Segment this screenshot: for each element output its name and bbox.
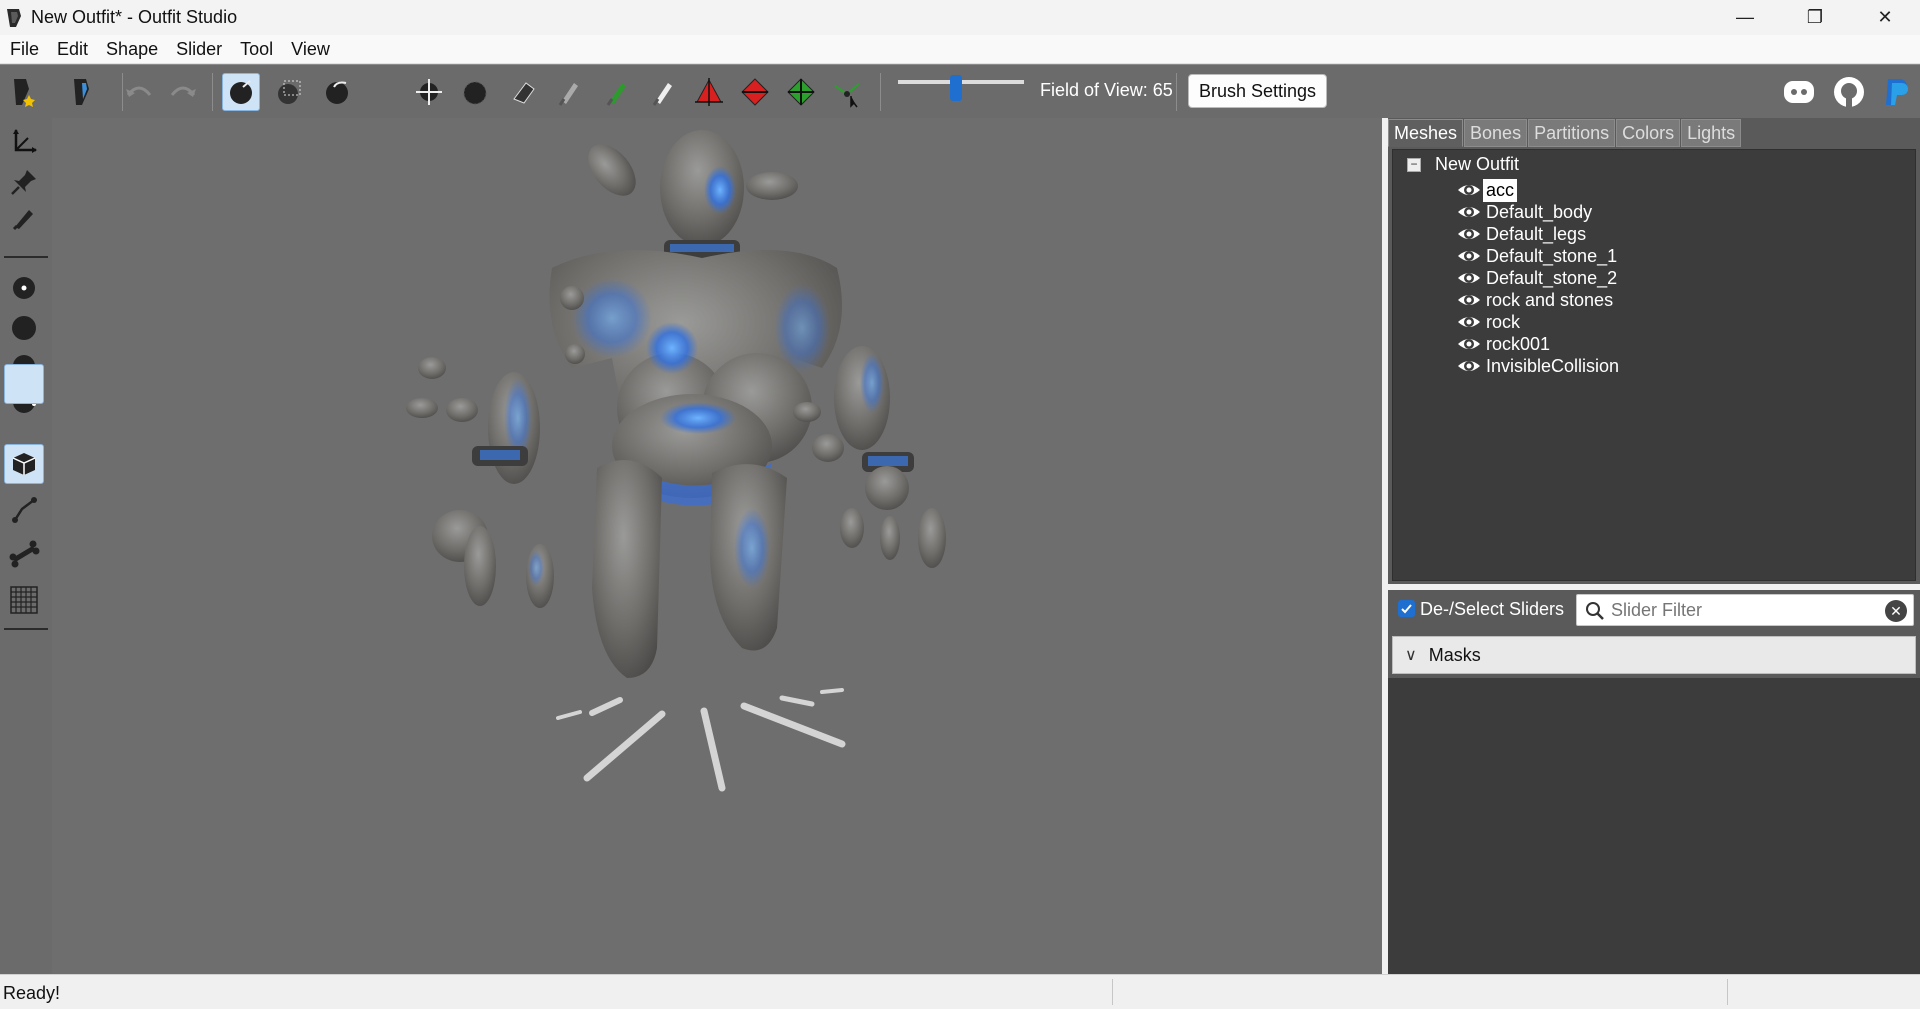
menu-bar: File Edit Shape Slider Tool View	[0, 35, 1920, 64]
window-title: New Outfit* - Outfit Studio	[31, 7, 238, 27]
eye-icon[interactable]	[1457, 291, 1481, 309]
inflate-brush-icon[interactable]	[318, 73, 356, 111]
slider-filter-input[interactable]	[1611, 598, 1869, 622]
load-reference-icon[interactable]	[64, 73, 102, 111]
eye-icon[interactable]	[1457, 357, 1481, 375]
discord-icon[interactable]	[1780, 73, 1818, 111]
smooth-brush-icon[interactable]	[456, 73, 494, 111]
select-tool-icon[interactable]	[4, 122, 44, 162]
slider-filter: ✕	[1576, 594, 1914, 626]
eye-icon[interactable]	[1457, 225, 1481, 243]
tab-bones[interactable]: Bones	[1464, 119, 1528, 147]
menu-file[interactable]: File	[0, 39, 47, 60]
fov-label: Field of View: 65	[1040, 80, 1173, 100]
eye-icon[interactable]	[1457, 269, 1481, 287]
color-brush-icon[interactable]	[598, 73, 636, 111]
status-bar: Ready!	[0, 974, 1920, 1009]
deselect-sliders-label: De-/Select Sliders	[1420, 599, 1565, 619]
split-edge-icon[interactable]	[782, 73, 820, 111]
mask-brush-icon[interactable]	[270, 73, 308, 111]
masks-group[interactable]: ∨ Masks	[1392, 636, 1916, 674]
vertex-select-icon[interactable]	[4, 268, 44, 308]
right-panel: Meshes Bones Partitions Colors Lights − …	[1388, 118, 1920, 974]
mesh-item[interactable]: InvisibleCollision	[1457, 353, 1622, 379]
deselect-sliders-checkbox[interactable]	[1398, 600, 1415, 617]
slider-header: De-/Select Sliders ✕	[1388, 590, 1920, 628]
move-vertex-icon[interactable]	[828, 73, 866, 111]
clear-filter-icon[interactable]: ✕	[1885, 600, 1907, 622]
eye-icon[interactable]	[1457, 247, 1481, 265]
minimize-button[interactable]: —	[1710, 0, 1780, 35]
mesh-tree: − New Outfit acc Default_body Default_legs…	[1392, 149, 1916, 581]
menu-slider[interactable]: Slider	[166, 39, 230, 60]
edit-tool-icon[interactable]	[4, 198, 44, 238]
paypal-icon[interactable]	[1876, 73, 1914, 111]
new-project-icon[interactable]	[4, 73, 42, 111]
outfit-studio-window: New Outfit* - Outfit Studio — ❐ ✕ File E…	[0, 0, 1920, 1009]
chevron-down-icon: ∨	[1405, 647, 1417, 664]
menu-edit[interactable]: Edit	[47, 39, 96, 60]
bone-tool-icon[interactable]	[4, 534, 44, 574]
pin-tool-icon[interactable]	[4, 162, 44, 202]
eye-icon[interactable]	[1457, 335, 1481, 353]
tab-lights[interactable]: Lights	[1681, 119, 1742, 147]
collapse-vertex-icon[interactable]	[690, 73, 728, 111]
eye-icon[interactable]	[1457, 203, 1481, 221]
status-message: Ready!	[3, 983, 61, 1003]
tab-colors[interactable]: Colors	[1616, 119, 1681, 147]
eye-icon[interactable]	[1457, 181, 1481, 199]
mesh-item-label: InvisibleCollision	[1486, 355, 1620, 376]
github-icon[interactable]	[1830, 73, 1868, 111]
menu-view[interactable]: View	[281, 39, 338, 60]
close-button[interactable]: ✕	[1850, 0, 1920, 35]
3d-viewport[interactable]	[52, 118, 1382, 974]
title-bar: New Outfit* - Outfit Studio — ❐ ✕	[0, 0, 1920, 35]
stone-golem-model	[406, 130, 946, 792]
search-icon	[1586, 602, 1604, 620]
move-brush-icon[interactable]	[410, 73, 448, 111]
undo-brush-icon[interactable]	[504, 73, 542, 111]
cube-view-icon[interactable]	[4, 444, 44, 484]
tab-meshes[interactable]: Meshes	[1388, 119, 1464, 147]
panel-tabs: Meshes Bones Partitions Colors Lights	[1388, 118, 1920, 148]
tab-partitions[interactable]: Partitions	[1528, 119, 1616, 147]
flip-edge-icon[interactable]	[736, 73, 774, 111]
tree-root-label: New Outfit	[1435, 154, 1520, 174]
restore-button[interactable]: ❐	[1780, 0, 1850, 35]
menu-shape[interactable]: Shape	[96, 39, 166, 60]
app-logo-icon	[7, 8, 21, 27]
deflate-brush-icon[interactable]	[362, 73, 400, 111]
segment-tool-icon[interactable]	[4, 490, 44, 530]
weight-brush-icon[interactable]	[550, 73, 588, 111]
slider-list	[1388, 678, 1920, 974]
solid-sphere-icon[interactable]	[4, 308, 44, 348]
redo-icon[interactable]	[164, 73, 202, 111]
masks-label: Masks	[1428, 644, 1481, 665]
undo-icon[interactable]	[120, 73, 158, 111]
menu-tool[interactable]: Tool	[230, 39, 281, 60]
eye-icon[interactable]	[1457, 313, 1481, 331]
grid-toggle-icon[interactable]	[4, 580, 44, 620]
standard-brush-icon[interactable]	[222, 73, 260, 111]
brush-settings-button[interactable]: Brush Settings	[1188, 74, 1327, 108]
fov-slider-thumb[interactable]	[950, 75, 962, 101]
collapse-icon[interactable]: −	[1407, 157, 1421, 172]
tree-root[interactable]: − New Outfit	[1407, 154, 1519, 175]
alpha-brush-icon[interactable]	[644, 73, 682, 111]
